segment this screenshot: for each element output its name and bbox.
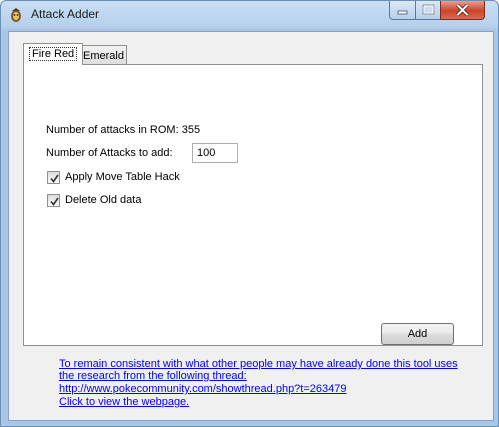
move-table-hack-label[interactable]: Apply Move Table Hack (65, 171, 180, 183)
tab-fire-red[interactable]: Fire Red (23, 43, 84, 65)
delete-old-data-label[interactable]: Delete Old data (65, 194, 141, 206)
attacks-to-add-label: Number of Attacks to add: (46, 147, 173, 159)
close-button[interactable] (440, 1, 485, 20)
footer-info-line2[interactable]: the research from the following thread: (59, 370, 247, 382)
title-bar[interactable]: Attack Adder (1, 1, 498, 31)
attacks-to-add-input[interactable]: 100 (192, 143, 238, 163)
client-area: Fire Red Emerald Number of attacks in RO… (8, 31, 494, 421)
maximize-icon (422, 4, 435, 15)
delete-old-data-checkbox[interactable] (47, 194, 60, 207)
minimize-button[interactable] (389, 1, 416, 20)
view-webpage-link[interactable]: Click to view the webpage. (59, 396, 189, 408)
attacks-in-rom-label: Number of attacks in ROM: 355 (46, 124, 201, 136)
window-title: Attack Adder (31, 7, 100, 21)
thread-url-link[interactable]: http://www.pokecommunity.com/showthread.… (59, 383, 347, 395)
main-window: Attack Adder Fire Red Emerald Number of … (0, 0, 499, 427)
move-table-hack-checkbox[interactable] (47, 171, 60, 184)
add-button[interactable]: Add (381, 323, 454, 345)
tab-panel-fire-red: Number of attacks in ROM: 355 Number of … (23, 64, 483, 346)
app-icon[interactable] (8, 7, 24, 23)
footer-info-line1[interactable]: To remain consistent with what other peo… (59, 358, 458, 370)
tab-fire-red-label: Fire Red (29, 47, 78, 61)
tab-emerald[interactable]: Emerald (77, 45, 127, 65)
check-icon (50, 174, 59, 183)
minimize-icon (397, 10, 408, 15)
close-icon (456, 3, 469, 17)
maximize-button[interactable] (415, 1, 441, 20)
check-icon (50, 197, 59, 206)
